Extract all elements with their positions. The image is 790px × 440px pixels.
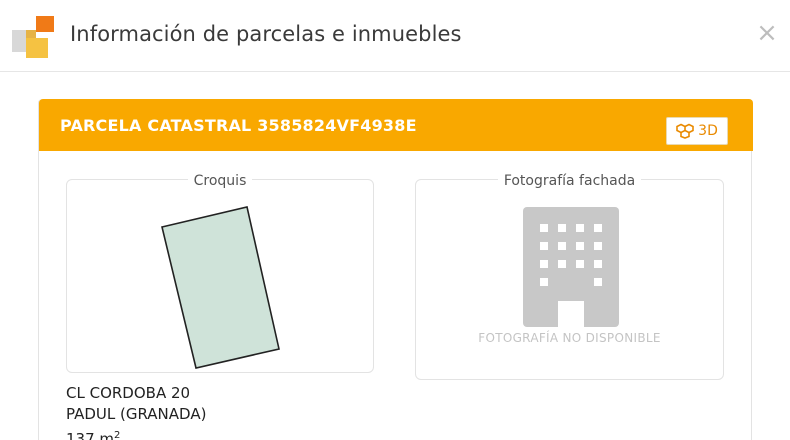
- photo-unavailable-text: FOTOGRAFÍA NO DISPONIBLE: [478, 331, 661, 345]
- view-3d-button[interactable]: 3D: [666, 117, 728, 145]
- 3d-cubes-icon: [676, 123, 694, 139]
- parcel-area: 137 m2: [66, 430, 121, 440]
- dialog-header: Información de parcelas e inmuebles ×: [0, 0, 790, 72]
- sketch-card: Croquis: [66, 173, 375, 374]
- address-municipality: PADUL (GRANADA): [66, 405, 207, 423]
- photo-label: Fotografía fachada: [497, 173, 642, 189]
- layers-logo-icon: [12, 16, 54, 58]
- building-placeholder-icon: [523, 207, 619, 327]
- parcel-panel-header: PARCELA CATASTRAL 3585824VF4938E 3D: [39, 99, 753, 151]
- dialog-title: Información de parcelas e inmuebles: [70, 22, 462, 46]
- photo-card: Fotografía fachada FOTOGRAFÍA NO DISPONI…: [415, 173, 724, 380]
- parcel-sketch[interactable]: [67, 180, 375, 374]
- view-3d-label[interactable]: 3D: [698, 123, 718, 139]
- close-icon[interactable]: ×: [756, 18, 778, 48]
- address-street: CL CORDOBA 20: [66, 384, 191, 402]
- close-button[interactable]: ×: [752, 18, 782, 48]
- parcel-address: CL CORDOBA 20 PADUL (GRANADA) 137 m2: [66, 383, 206, 440]
- parcel-title: PARCELA CATASTRAL 3585824VF4938E: [60, 116, 417, 135]
